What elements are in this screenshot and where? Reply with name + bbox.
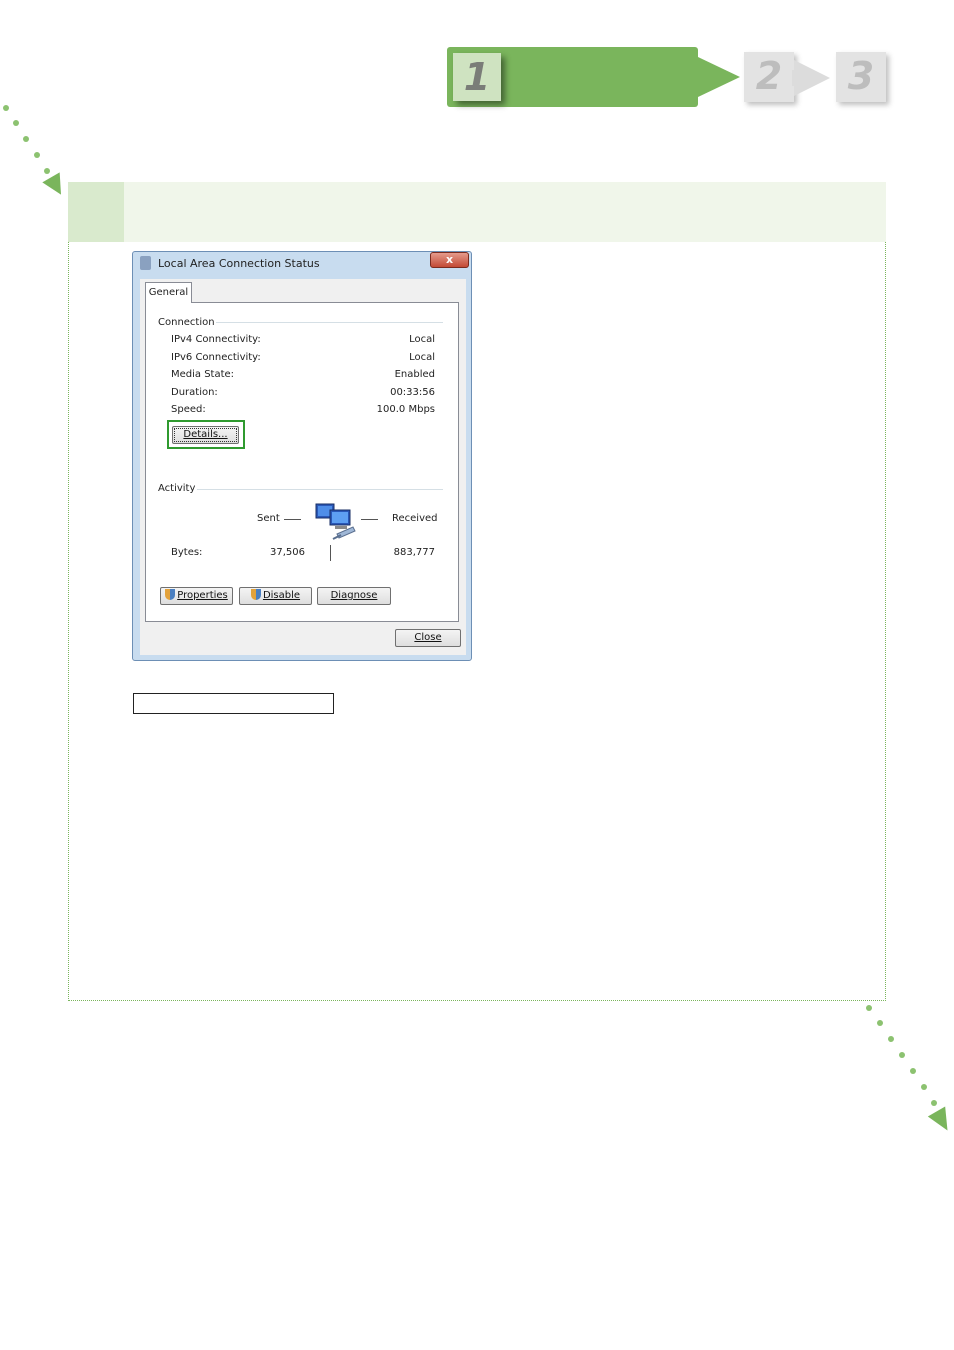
ipv6-value: Local (409, 352, 435, 363)
received-label: Received (392, 513, 438, 524)
section-number-box (68, 182, 124, 242)
network-adapter-icon (140, 256, 151, 270)
network-computers-icon (313, 501, 358, 545)
bytes-sent-value: 37,506 (270, 547, 305, 558)
sent-line (284, 519, 301, 520)
bytes-divider (330, 545, 331, 561)
ipv4-value: Local (409, 334, 435, 345)
tab-general[interactable]: General (145, 282, 192, 303)
dialog-title: Local Area Connection Status (158, 257, 320, 270)
disable-label: Disable (262, 590, 301, 601)
close-button[interactable]: Close (395, 629, 461, 647)
diagnose-button[interactable]: Diagnose (317, 587, 391, 605)
disable-button[interactable]: Disable (239, 587, 312, 605)
properties-button[interactable]: Properties (160, 587, 233, 605)
close-icon[interactable]: x (430, 252, 469, 268)
bytes-received-value: 883,777 (393, 547, 435, 558)
properties-label: Properties (177, 590, 228, 601)
ipv6-label: IPv6 Connectivity: (171, 352, 261, 363)
step-2-number: 2 (755, 54, 783, 98)
shield-icon (165, 589, 176, 600)
shield-icon (250, 589, 261, 600)
duration-label: Duration: (171, 387, 218, 398)
connection-heading: Connection (158, 317, 215, 328)
tab-panel-general (145, 302, 459, 622)
media-state-value: Enabled (394, 369, 435, 380)
step-1-number: 1 (463, 55, 491, 99)
section-header-band (68, 182, 886, 242)
step-gray-arrow-icon (794, 60, 830, 96)
activity-divider (197, 489, 443, 490)
media-state-label: Media State: (171, 369, 235, 380)
step-2-badge: 2 (744, 52, 794, 102)
caption-box (133, 693, 334, 714)
step-arrow-icon (698, 57, 740, 97)
activity-heading: Activity (158, 483, 196, 494)
ipv4-label: IPv4 Connectivity: (171, 334, 261, 345)
speed-value: 100.0 Mbps (376, 404, 435, 415)
received-line (361, 519, 378, 520)
details-button[interactable]: Details... (172, 426, 239, 444)
sent-label: Sent (257, 513, 280, 524)
step-3-badge: 3 (836, 52, 886, 102)
bytes-label: Bytes: (171, 547, 203, 558)
connection-divider (216, 322, 443, 323)
speed-label: Speed: (171, 404, 206, 415)
duration-value: 00:33:56 (390, 387, 435, 398)
step-3-number: 3 (847, 54, 875, 98)
step-1-badge: 1 (453, 53, 501, 101)
